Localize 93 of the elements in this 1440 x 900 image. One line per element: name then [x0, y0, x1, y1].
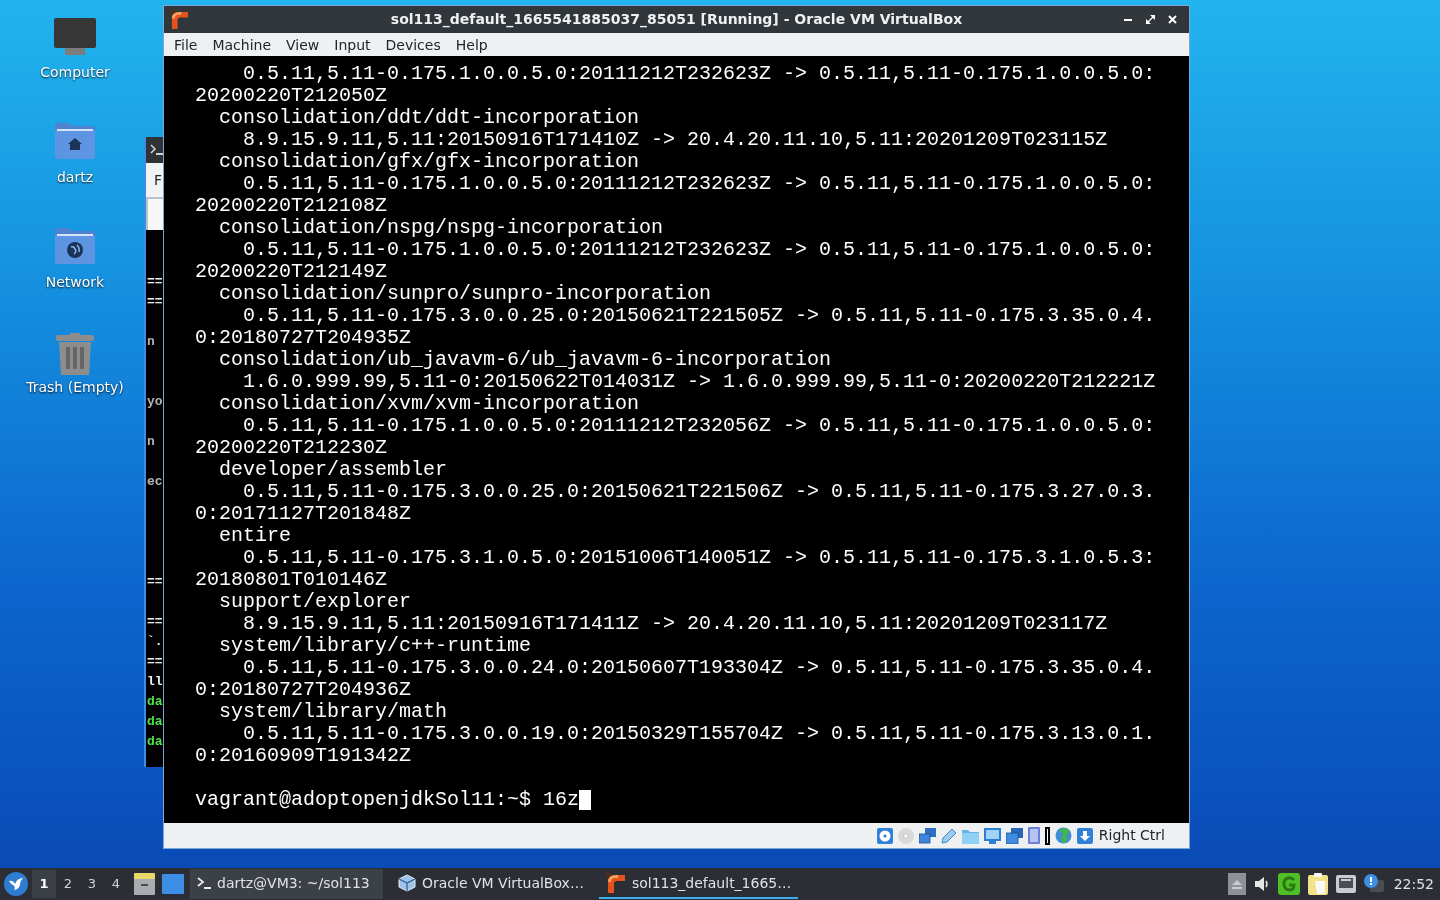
- terminal-text: yo: [147, 394, 163, 409]
- terminal-line: 0:20160909T191342Z: [195, 744, 412, 767]
- terminal-line: 8.9.15.9.11,5.11:20150916T171410Z -> 20.4.20.11.10,5.11:20201209T023115Z: [243, 128, 1108, 151]
- terminal-line: consolidation/ddt/ddt-incorporation: [219, 106, 640, 129]
- terminal-text: ==: [147, 574, 163, 589]
- terminal-text: n: [147, 434, 155, 449]
- pen-icon[interactable]: [940, 827, 957, 844]
- ethernet-port-icon[interactable]: [1335, 875, 1356, 893]
- workspace-button[interactable]: 4: [104, 870, 128, 898]
- disk-icon[interactable]: [876, 827, 893, 844]
- terminal-line: 20200220T212149Z: [195, 260, 388, 283]
- terminal-text: `.: [147, 634, 163, 649]
- g-tile-icon[interactable]: [1277, 873, 1300, 895]
- restore-icon: [1145, 15, 1155, 24]
- terminal-line: support/explorer: [219, 590, 412, 613]
- monitor-icon[interactable]: [54, 18, 96, 56]
- terminal-prompt: vagrant@adoptopenjdkSol11:~$ 16z: [195, 789, 580, 811]
- text-field[interactable]: [146, 197, 163, 230]
- terminal-text: ==: [147, 274, 163, 289]
- terminal-line: 0.5.11,5.11-0.175.3.1.0.5.0:20151006T140051Z -> 0.5.11,5.11-0.175.3.1.0.5.3:: [243, 546, 1156, 569]
- terminal-line: 0.5.11,5.11-0.175.1.0.0.5.0:20111212T232623Z -> 0.5.11,5.11-0.175.1.0.0.5.0:: [243, 238, 1156, 261]
- terminal-text: da: [147, 734, 163, 749]
- terminal-line: 1.6.0.999.99,5.11-0:20150622T014031Z -> 1.6.0.999.99,5.11-0:20200220T212221Z: [243, 370, 1156, 393]
- text-cursor: [579, 790, 592, 810]
- file-cabinet-icon[interactable]: [134, 873, 155, 895]
- terminal-line: 0:20171127T201848Z: [195, 502, 412, 525]
- terminal-line: 0.5.11,5.11-0.175.3.0.0.24.0:20150607T193304Z -> 0.5.11,5.11-0.175.3.35.0.4.: [243, 656, 1156, 679]
- terminal-text: ec: [147, 474, 163, 489]
- terminal-line: system/library/c++-runtime: [219, 634, 532, 657]
- cube-icon: [398, 874, 416, 892]
- terminal-line: consolidation/sunpro/sunpro-incorporation: [219, 282, 712, 305]
- close-icon: [1167, 15, 1177, 24]
- speaker-icon[interactable]: [1253, 876, 1270, 892]
- menu-item[interactable]: Input: [334, 35, 371, 54]
- workspace-button[interactable]: 2: [56, 870, 80, 898]
- app-logo-icon: [605, 873, 626, 893]
- terminal-line: 0.5.11,5.11-0.175.3.0.0.25.0:20150621T221506Z -> 0.5.11,5.11-0.175.3.27.0.3.: [243, 480, 1156, 503]
- terminal-line: system/library/math: [219, 700, 448, 723]
- terminal-text: ==: [147, 614, 163, 629]
- terminal-line: 8.9.15.9.11,5.11:20150916T171411Z -> 20.4.20.11.10,5.11:20201209T023117Z: [243, 612, 1108, 635]
- eject-icon[interactable]: [1227, 873, 1246, 895]
- menu-item[interactable]: File: [174, 35, 198, 54]
- terminal-text: ==: [147, 294, 163, 309]
- taskbar-task[interactable]: dartz@VM3: ~/sol113: [190, 869, 383, 899]
- terminal-line: 20200220T212108Z: [195, 194, 388, 217]
- terminal-line: 0:20180727T204936Z: [195, 678, 412, 701]
- host-key-label: Right Ctrl: [1098, 826, 1165, 845]
- window-title: sol113_default_1665541885037_85051 [Running] - Oracle VM VirtualBox: [390, 10, 963, 30]
- windows-icon[interactable]: [1005, 827, 1023, 844]
- terminal-line: 0.5.11,5.11-0.175.1.0.0.5.0:20111212T232623Z -> 0.5.11,5.11-0.175.1.0.0.5.0:: [243, 172, 1156, 195]
- terminal-line: 0.5.11,5.11-0.175.3.0.0.25.0:20150621T221505Z -> 0.5.11,5.11-0.175.3.35.0.4.: [243, 304, 1156, 327]
- terminal-line: 20200220T212230Z: [195, 436, 388, 459]
- menu-item[interactable]: View: [286, 35, 320, 54]
- terminal-line: 0.5.11,5.11-0.175.1.0.0.5.0:20111212T232623Z -> 0.5.11,5.11-0.175.1.0.0.5.0:: [243, 62, 1156, 85]
- terminal-line: 0.5.11,5.11-0.175.3.0.0.19.0:20150329T155704Z -> 0.5.11,5.11-0.175.3.13.0.1.: [243, 722, 1156, 745]
- terminal-text: n: [147, 334, 155, 349]
- terminal-line: consolidation/xvm/xvm-incorporation: [219, 392, 640, 415]
- card-icon[interactable]: [1027, 827, 1040, 844]
- terminal-line: consolidation/gfx/gfx-incorporation: [219, 150, 640, 173]
- terminal-text: ==: [147, 654, 163, 669]
- menu-item[interactable]: Help: [455, 35, 488, 54]
- terminal-text: da: [147, 714, 163, 729]
- monitor-icon[interactable]: [983, 827, 1001, 844]
- terminal-icon: [150, 144, 163, 156]
- terminal-line: 20200220T212050Z: [195, 84, 388, 107]
- app-logo-icon: [170, 10, 189, 29]
- bird-icon[interactable]: [4, 872, 28, 896]
- arrow-down-icon[interactable]: [1076, 827, 1093, 844]
- menu-item[interactable]: Machine: [212, 35, 272, 54]
- monitors-icon[interactable]: [918, 827, 936, 844]
- desktop-icon-label[interactable]: Trash (Empty): [26, 379, 124, 396]
- terminal-line: 0:20180727T204935Z: [195, 326, 412, 349]
- terminal-text: ll: [147, 674, 163, 689]
- taskbar-task[interactable]: Oracle VM VirtualBox…: [391, 869, 591, 899]
- minimize-icon: [1124, 18, 1132, 21]
- terminal-line: consolidation/nspg/nspg-incorporation: [219, 216, 664, 239]
- globe-icon[interactable]: [1054, 827, 1072, 844]
- terminal-line: consolidation/ub_javavm-6/ub_javavm-6-incorporation: [219, 348, 832, 371]
- terminal-line: entire: [219, 524, 291, 547]
- terminal-line: 0.5.11,5.11-0.175.1.0.0.5.0:20111212T232056Z -> 0.5.11,5.11-0.175.1.0.0.5.0:: [243, 414, 1156, 437]
- terminal-line: 20180801T010146Z: [195, 568, 388, 591]
- terminal-text: da: [147, 694, 163, 709]
- workspace-button[interactable]: 3: [80, 870, 104, 898]
- terminal-line: developer/assembler: [219, 458, 448, 481]
- terminal-icon: [197, 876, 211, 890]
- workspace-button[interactable]: 1: [32, 870, 56, 898]
- home-folder-icon[interactable]: [55, 123, 95, 159]
- alert-bubble-icon[interactable]: [1363, 874, 1384, 894]
- clock[interactable]: 22:52: [1393, 873, 1434, 895]
- menu-item[interactable]: Devices: [385, 35, 441, 54]
- taskbar-task[interactable]: sol113_default_1665…: [598, 869, 799, 899]
- clipboard-icon[interactable]: [1307, 873, 1328, 895]
- globe-folder-icon[interactable]: [55, 228, 95, 264]
